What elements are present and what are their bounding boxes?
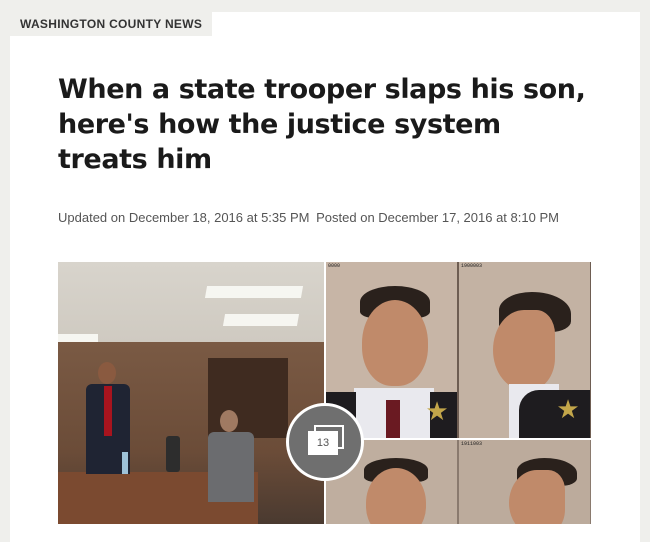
mugshot-profile: 1911003 [459,440,590,524]
posted-timestamp: Posted on December 17, 2016 at 8:10 PM [316,210,559,225]
ceiling-light [58,334,98,342]
gallery-count-button[interactable]: 13 [286,403,364,481]
sheriff-star-icon: ★ [425,396,449,426]
mugshot-photo-2[interactable]: 1911003 [326,440,591,524]
sheriff-star-icon: ★ [556,394,580,424]
mugshot-label: 1911003 [461,441,483,447]
ceiling-light [222,314,300,326]
updated-timestamp: Updated on December 18, 2016 at 5:35 PM [58,210,310,225]
water-bottle [122,452,128,474]
article-meta: Updated on December 18, 2016 at 5:35 PM … [58,210,562,225]
necktie [386,400,400,438]
mugshot-profile: 1900003 ★ [459,262,590,438]
photo-gallery[interactable]: 0000 ★ 1900003 ★ 1911003 [58,262,591,524]
coffee-carafe [166,436,180,472]
mugshot-label: 1900003 [461,263,483,269]
mugshot-label: 0000 [328,263,341,269]
article-headline: When a state trooper slaps his son, here… [58,74,586,175]
mugshot-face [509,470,565,524]
photo-count: 13 [308,431,338,455]
courtroom-photo[interactable] [58,262,324,524]
mugshot-photo-1[interactable]: 0000 ★ 1900003 ★ [326,262,591,438]
ceiling-light [204,286,304,298]
mugshot-face [362,300,428,386]
section-label[interactable]: WASHINGTON COUNTY NEWS [10,12,213,36]
mugshot-face [493,310,555,390]
